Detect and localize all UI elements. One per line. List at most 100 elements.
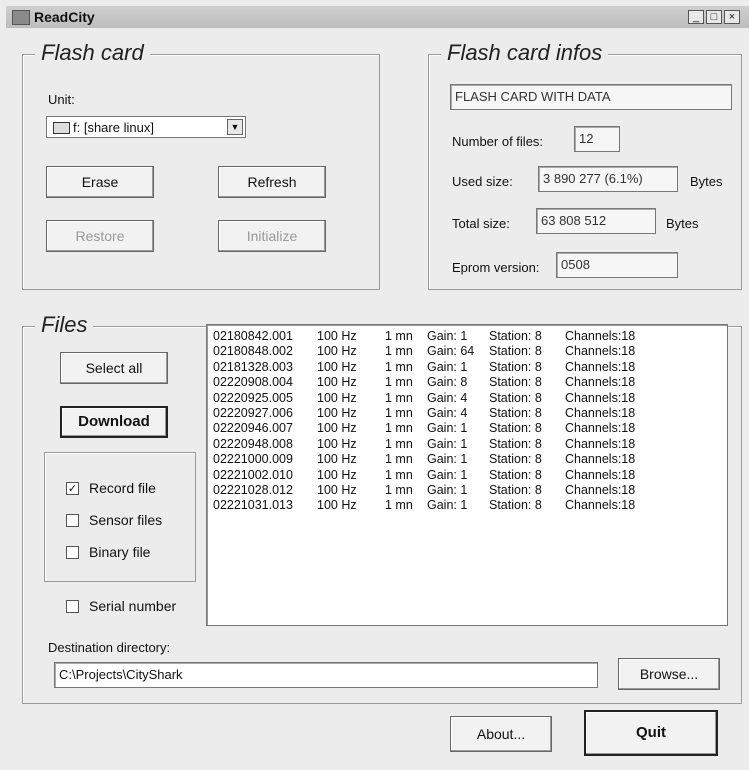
select-all-button-label: Select all	[85, 360, 143, 376]
restore-button-label: Restore	[75, 228, 125, 244]
file-dur: 1 mn	[385, 452, 413, 467]
quit-button[interactable]: Quit	[584, 710, 718, 756]
record-file-option[interactable]: ✓ Record file	[66, 480, 156, 496]
erase-button[interactable]: Erase	[46, 166, 154, 198]
file-channels: Channels:18	[565, 406, 636, 420]
file-gain: Gain: 1	[427, 329, 468, 343]
file-channels: Channels:18	[565, 329, 636, 343]
window-title: ReadCity	[34, 9, 95, 25]
file-freq: 100 Hz	[317, 344, 357, 359]
file-dur: 1 mn	[385, 436, 413, 451]
file-dur: 1 mn	[385, 467, 413, 482]
file-name: 02221000.009	[213, 452, 293, 467]
file-gain: Gain: 1	[427, 436, 468, 451]
file-freq: 100 Hz	[317, 359, 357, 374]
chevron-down-icon[interactable]: ▼	[227, 119, 243, 135]
file-name: 02220908.004	[213, 375, 293, 390]
file-station: Station: 8	[489, 436, 542, 451]
file-name: 02221002.010	[213, 467, 293, 482]
select-all-button[interactable]: Select all	[60, 352, 168, 384]
file-name: 02181328.003	[213, 359, 293, 374]
file-gain: Gain: 1	[427, 421, 468, 436]
file-gain: Gain: 1	[427, 483, 468, 497]
file-list[interactable]: 02180842.001 100 Hz 1 mn Gain: 1 Station: 8 C…	[206, 324, 728, 626]
download-button-label: Download	[78, 413, 150, 430]
file-channels: Channels:18	[565, 452, 636, 467]
used-size-value: 3 890 277 (6.1%)	[538, 166, 678, 192]
record-file-checkbox[interactable]: ✓	[66, 481, 79, 495]
eprom-version-value: 0508	[556, 252, 678, 278]
file-station: Station: 8	[489, 467, 542, 482]
file-dur: 1 mn	[385, 483, 413, 497]
file-gain: Gain: 1	[427, 498, 468, 513]
binary-file-checkbox[interactable]	[66, 545, 79, 559]
unit-select[interactable]: f: [share linux] ▼	[46, 116, 246, 138]
main-window: Flash card Unit: f: [share linux] ▼ Eras…	[6, 28, 749, 770]
binary-file-option[interactable]: Binary file	[66, 544, 150, 560]
file-station: Station: 8	[489, 421, 542, 436]
file-freq: 100 Hz	[317, 452, 357, 467]
file-station: Station: 8	[489, 329, 542, 343]
file-dur: 1 mn	[385, 375, 413, 390]
file-station: Station: 8	[489, 375, 542, 390]
unit-select-value: f: [share linux]	[73, 120, 154, 135]
file-dur: 1 mn	[385, 390, 413, 405]
file-gain: Gain: 8	[427, 375, 468, 390]
file-name: 02221031.013	[213, 498, 293, 513]
quit-button-label: Quit	[636, 724, 666, 741]
close-button[interactable]: ×	[724, 10, 740, 24]
minimize-button[interactable]: _	[688, 10, 704, 24]
about-button[interactable]: About...	[450, 716, 552, 752]
file-dur: 1 mn	[385, 359, 413, 374]
file-name: 02220927.006	[213, 406, 293, 420]
initialize-button[interactable]: Initialize	[218, 220, 326, 252]
file-station: Station: 8	[489, 406, 542, 420]
file-freq: 100 Hz	[317, 390, 357, 405]
file-name: 02220948.008	[213, 436, 293, 451]
file-dur: 1 mn	[385, 329, 413, 343]
file-freq: 100 Hz	[317, 483, 357, 497]
refresh-button[interactable]: Refresh	[218, 166, 326, 198]
flash-card-infos-legend: Flash card infos	[441, 40, 609, 66]
file-station: Station: 8	[489, 390, 542, 405]
file-channels: Channels:18	[565, 436, 636, 451]
destination-field[interactable]: C:\Projects\CityShark	[54, 662, 598, 688]
restore-button[interactable]: Restore	[46, 220, 154, 252]
file-station: Station: 8	[489, 359, 542, 374]
file-station: Station: 8	[489, 344, 542, 359]
used-size-unit: Bytes	[690, 174, 723, 189]
file-channels: Channels:18	[565, 344, 636, 359]
file-channels: Channels:18	[565, 483, 636, 497]
file-gain: Gain: 1	[427, 452, 468, 467]
serial-number-option[interactable]: Serial number	[66, 598, 176, 614]
file-dur: 1 mn	[385, 344, 413, 359]
file-freq: 100 Hz	[317, 406, 357, 420]
file-name: 02220925.005	[213, 390, 293, 405]
download-button[interactable]: Download	[60, 406, 168, 438]
file-channels: Channels:18	[565, 375, 636, 390]
erase-button-label: Erase	[81, 174, 119, 190]
file-dur: 1 mn	[385, 406, 413, 420]
record-file-label: Record file	[89, 480, 156, 496]
sensor-files-label: Sensor files	[89, 512, 163, 528]
sensor-files-checkbox[interactable]	[66, 513, 79, 527]
unit-label: Unit:	[48, 92, 75, 107]
maximize-button[interactable]: □	[706, 10, 722, 24]
eprom-version-label: Eprom version:	[452, 260, 540, 275]
serial-number-checkbox[interactable]	[66, 599, 79, 613]
file-freq: 100 Hz	[317, 375, 357, 390]
file-channels: Channels:18	[565, 359, 636, 374]
file-name: 02220946.007	[213, 421, 293, 436]
file-freq: 100 Hz	[317, 329, 357, 343]
sensor-files-option[interactable]: Sensor files	[66, 512, 162, 528]
browse-button[interactable]: Browse...	[618, 658, 720, 690]
file-channels: Channels:18	[565, 498, 636, 513]
file-gain: Gain: 4	[427, 390, 468, 405]
file-freq: 100 Hz	[317, 498, 357, 513]
num-files-label: Number of files:	[452, 134, 544, 149]
file-gain: Gain: 64	[427, 344, 475, 359]
about-button-label: About...	[476, 726, 526, 742]
binary-file-label: Binary file	[89, 544, 151, 560]
file-channels: Channels:18	[565, 467, 636, 482]
file-freq: 100 Hz	[317, 467, 357, 482]
